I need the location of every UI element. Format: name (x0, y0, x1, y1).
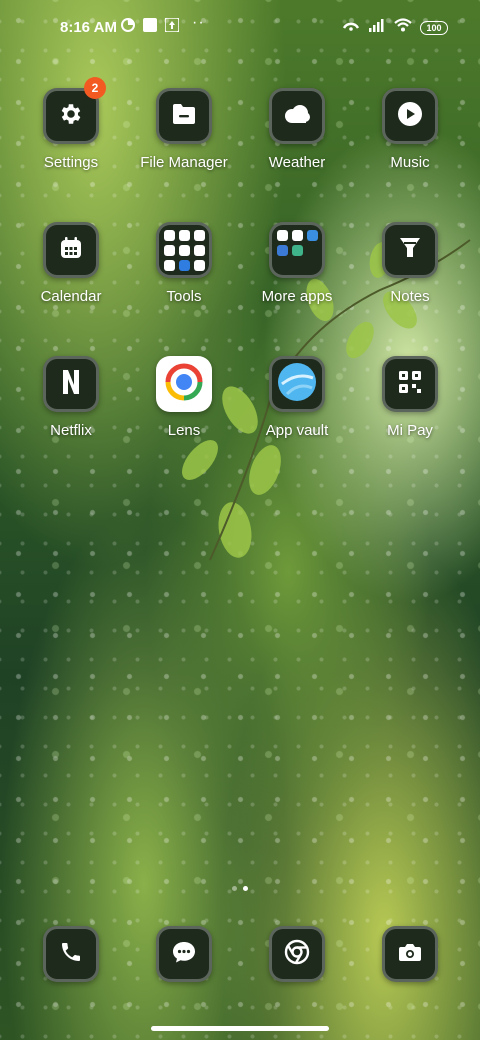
status-bar: 8:16 AM ·· 100 (0, 0, 480, 56)
play-icon (397, 101, 423, 132)
chrome-icon (284, 939, 310, 970)
phone-icon (59, 940, 83, 969)
data-saver-icon (121, 18, 135, 37)
app-settings[interactable]: 2 Settings (15, 77, 127, 171)
dock-chrome[interactable] (241, 926, 353, 982)
app-label: Tools (166, 288, 202, 305)
dock-camera[interactable] (354, 926, 466, 982)
app-music[interactable]: Music (354, 88, 466, 171)
folder-grid-icon (163, 229, 205, 271)
app-app-vault[interactable]: App vault (241, 356, 353, 439)
app-label: Notes (390, 288, 430, 305)
mi-pay-icon (397, 369, 423, 400)
page-indicator (0, 878, 480, 896)
app-weather[interactable]: Weather (241, 88, 353, 171)
app-label: More apps (261, 288, 333, 305)
app-vault-icon (277, 362, 317, 407)
gear-icon (58, 101, 84, 132)
calendar-icon (59, 236, 83, 265)
app-label: Netflix (50, 422, 92, 439)
app-label: Lens (167, 422, 201, 439)
battery-icon: 100 (420, 20, 448, 35)
notes-icon (397, 235, 423, 266)
app-lens[interactable]: Lens (128, 356, 240, 439)
folder-tools[interactable]: Tools (128, 222, 240, 305)
dock-messages[interactable] (128, 926, 240, 982)
message-icon (171, 939, 197, 970)
more-notifications-icon: ·· (192, 14, 205, 31)
app-label: Settings (43, 154, 99, 171)
app-file-manager[interactable]: File Manager (128, 88, 240, 171)
clock: 8:16 AM (60, 19, 117, 36)
lens-icon (164, 362, 204, 407)
folder-more-apps[interactable]: More apps (241, 222, 353, 305)
signal-icon (368, 18, 386, 37)
app-calendar[interactable]: Calendar (15, 222, 127, 305)
wifi-icon (394, 18, 412, 37)
upload-icon (164, 17, 180, 37)
home-gesture-bar[interactable] (151, 1026, 329, 1031)
notification-square-icon (143, 18, 157, 37)
hotspot-icon (342, 18, 360, 37)
app-label: Weather (268, 154, 326, 171)
app-netflix[interactable]: Netflix (15, 356, 127, 439)
cloud-icon (283, 104, 311, 129)
netflix-n-icon (61, 369, 81, 400)
dock-phone[interactable] (15, 926, 127, 982)
app-label: File Manager (140, 154, 228, 171)
app-mi-pay[interactable]: Mi Pay (354, 356, 466, 439)
app-label: Music (390, 154, 430, 171)
app-label: App vault (265, 422, 329, 439)
app-label: Calendar (40, 288, 102, 305)
app-label: Mi Pay (387, 422, 433, 439)
folder-icon (171, 102, 197, 131)
camera-icon (398, 941, 422, 968)
notification-badge: 2 (84, 77, 106, 99)
folder-grid-icon (276, 229, 318, 271)
app-notes[interactable]: Notes (354, 222, 466, 305)
